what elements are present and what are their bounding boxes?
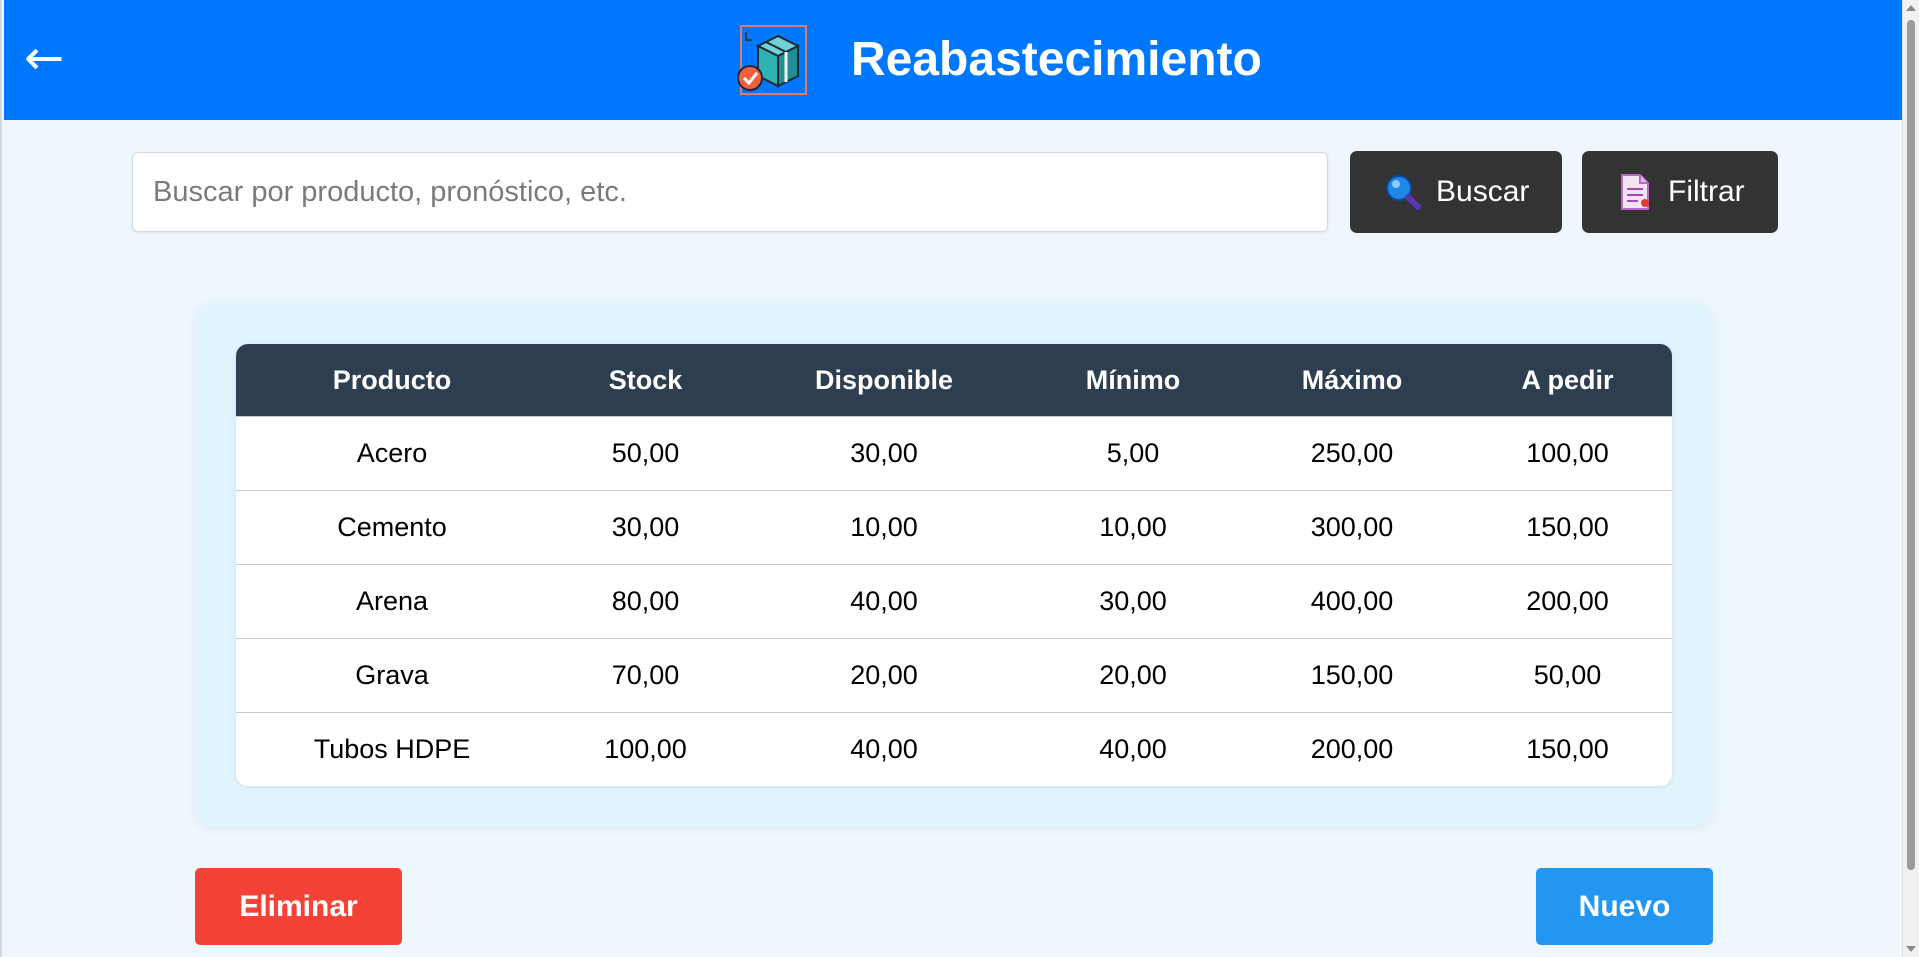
cell-minimo: 30,00 — [1025, 564, 1241, 639]
cell-a-pedir: 100,00 — [1463, 416, 1672, 491]
filter-button-label: Filtrar — [1668, 175, 1745, 208]
app-header: ← Reabastecimiento — [4, 0, 1903, 120]
cell-producto: Cemento — [236, 490, 548, 565]
cell-maximo: 150,00 — [1241, 638, 1463, 713]
cell-maximo: 300,00 — [1241, 490, 1463, 565]
scroll-up-icon[interactable] — [1906, 5, 1916, 11]
cell-a-pedir: 150,00 — [1463, 712, 1672, 786]
cell-a-pedir: 150,00 — [1463, 490, 1672, 565]
cell-producto: Grava — [236, 638, 548, 713]
cell-producto: Tubos HDPE — [236, 712, 548, 786]
cell-disponible: 20,00 — [743, 638, 1025, 713]
cell-disponible: 40,00 — [743, 564, 1025, 639]
search-button-label: Buscar — [1436, 175, 1530, 208]
table-row[interactable]: Acero 50,00 30,00 5,00 250,00 100,00 — [236, 416, 1672, 491]
cell-minimo: 40,00 — [1025, 712, 1241, 786]
table-row[interactable]: Grava 70,00 20,00 20,00 150,00 50,00 — [236, 638, 1672, 713]
table-header-row: Producto Stock Disponible Mínimo Máximo … — [236, 344, 1672, 417]
column-header-disponible[interactable]: Disponible — [743, 344, 1025, 417]
replenishment-table: Producto Stock Disponible Mínimo Máximo … — [236, 344, 1672, 786]
filter-button[interactable]: Filtrar — [1582, 151, 1778, 233]
page-title: Reabastecimiento — [851, 33, 1262, 86]
cell-stock: 80,00 — [548, 564, 743, 639]
scroll-down-icon[interactable] — [1906, 946, 1916, 952]
cell-maximo: 200,00 — [1241, 712, 1463, 786]
back-arrow-icon[interactable]: ← — [24, 30, 76, 86]
column-header-a-pedir[interactable]: A pedir — [1463, 344, 1672, 417]
cell-maximo: 400,00 — [1241, 564, 1463, 639]
cell-producto: Arena — [236, 564, 548, 639]
delete-button[interactable]: Eliminar — [195, 868, 402, 945]
cell-minimo: 5,00 — [1025, 416, 1241, 491]
table-row[interactable]: Cemento 30,00 10,00 10,00 300,00 150,00 — [236, 490, 1672, 565]
vertical-scrollbar[interactable] — [1902, 0, 1919, 957]
column-header-stock[interactable]: Stock — [548, 344, 743, 417]
scroll-thumb[interactable] — [1907, 20, 1915, 870]
cell-maximo: 250,00 — [1241, 416, 1463, 491]
table-row[interactable]: Arena 80,00 40,00 30,00 400,00 200,00 — [236, 564, 1672, 639]
cell-a-pedir: 50,00 — [1463, 638, 1672, 713]
cell-producto: Acero — [236, 416, 548, 491]
cell-stock: 50,00 — [548, 416, 743, 491]
cell-minimo: 20,00 — [1025, 638, 1241, 713]
cell-disponible: 30,00 — [743, 416, 1025, 491]
cell-disponible: 40,00 — [743, 712, 1025, 786]
app-viewport: ← Reabastecimiento Buscar por producto, … — [0, 0, 1903, 957]
box-check-icon — [737, 25, 807, 95]
cell-stock: 100,00 — [548, 712, 743, 786]
search-input[interactable] — [132, 152, 1328, 232]
column-header-minimo[interactable]: Mínimo — [1025, 344, 1241, 417]
cell-disponible: 10,00 — [743, 490, 1025, 565]
column-header-maximo[interactable]: Máximo — [1241, 344, 1463, 417]
cell-minimo: 10,00 — [1025, 490, 1241, 565]
cell-stock: 30,00 — [548, 490, 743, 565]
cell-stock: 70,00 — [548, 638, 743, 713]
cell-a-pedir: 200,00 — [1463, 564, 1672, 639]
magnifier-icon — [1386, 175, 1421, 210]
column-header-producto[interactable]: Producto — [236, 344, 548, 417]
new-button[interactable]: Nuevo — [1536, 868, 1713, 945]
document-icon — [1621, 174, 1649, 210]
search-button[interactable]: Buscar — [1350, 151, 1562, 233]
table-row[interactable]: Tubos HDPE 100,00 40,00 40,00 200,00 150… — [236, 712, 1672, 786]
